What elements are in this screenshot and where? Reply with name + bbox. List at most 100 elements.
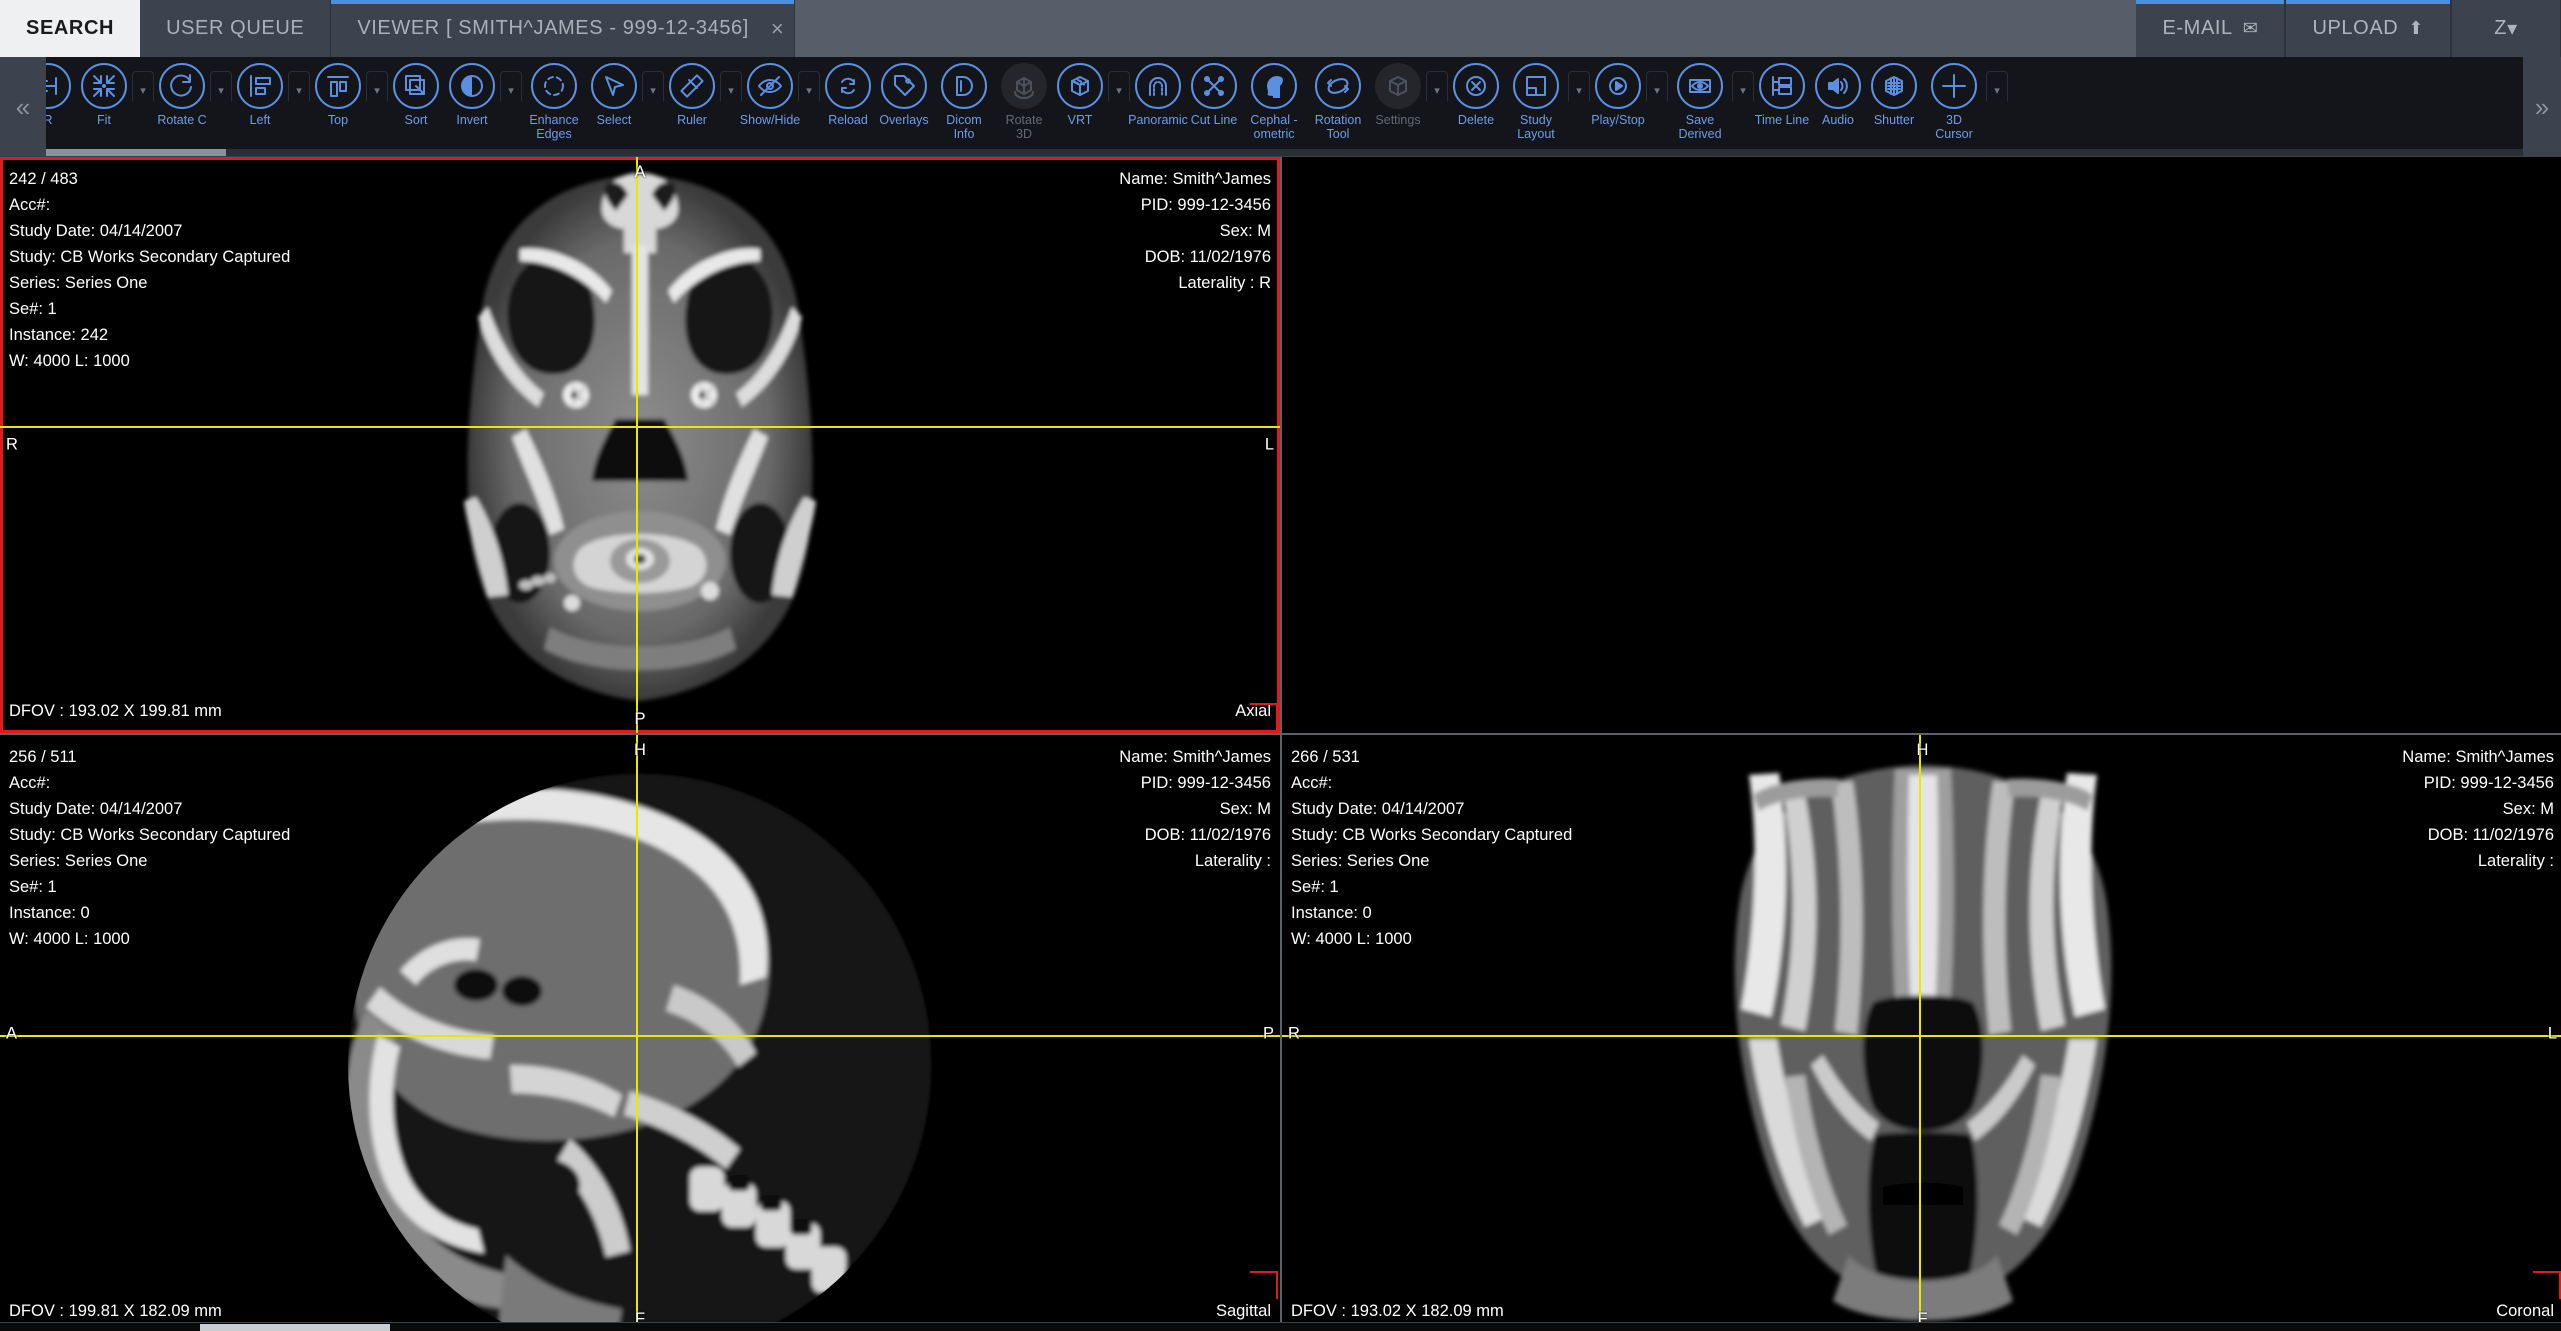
tool-overlays[interactable]: Overlays [876, 57, 932, 127]
chevron-down-icon: ▾ [210, 71, 232, 101]
tool-label-enhance-edges: Enhance Edges [529, 113, 579, 142]
orientation-right: P [1262, 1024, 1274, 1043]
tool-dropdown-invert[interactable]: ▾ [500, 63, 522, 109]
chevron-down-icon: ▾ [720, 71, 742, 101]
tool-dropdown-study-layout[interactable]: ▾ [1568, 63, 1590, 109]
tool-study-layout[interactable]: Study Layout [1504, 57, 1568, 142]
crosshair-horizontal[interactable] [1282, 1035, 2561, 1037]
email-label: E-MAIL [2162, 17, 2233, 39]
tool-cephalometric[interactable]: Cephal - ometric [1242, 57, 1306, 142]
orientation-top: A [634, 163, 646, 181]
tool-dropdown-vrt[interactable]: ▾ [1108, 63, 1130, 109]
play-icon [1595, 63, 1641, 109]
crosshair-vertical[interactable] [636, 735, 638, 1331]
tool-rotation-tool[interactable]: Rotation Tool [1306, 57, 1370, 142]
study-date: Study Date: 04/14/2007 [9, 800, 183, 818]
tool-label-cephalometric: Cephal - ometric [1250, 113, 1298, 142]
rotation-tool-icon [1315, 63, 1361, 109]
patient-dob: DOB: 11/02/1976 [1144, 248, 1271, 266]
tool-label-cut-line: Cut Line [1190, 113, 1238, 127]
viewport-empty[interactable] [1282, 157, 2561, 733]
crosshair-vertical[interactable] [636, 157, 638, 733]
tool-dropdown-save-derived[interactable]: ▾ [1732, 63, 1754, 109]
tool-top[interactable]: Top [310, 57, 366, 127]
tool-vrt[interactable]: VRT [1052, 57, 1108, 127]
tool-left[interactable]: Left [232, 57, 288, 127]
tool-audio[interactable]: Audio [1810, 57, 1866, 127]
email-button[interactable]: E-MAIL ✉ [2136, 0, 2286, 57]
instance-number: Instance: 0 [9, 904, 90, 922]
tool-dropdown-3d-cursor[interactable]: ▾ [1986, 63, 2008, 109]
viewport-sagittal[interactable]: 256 / 511 Acc#: Study Date: 04/14/2007 S… [0, 735, 1280, 1331]
slice-index: 266 / 531 [1291, 748, 1360, 766]
tab-viewer-label: VIEWER [ SMITH^JAMES - 999-12-3456] [357, 17, 749, 39]
expand-right-button[interactable]: » [2523, 57, 2561, 156]
tool-label-delete: Delete [1457, 113, 1495, 127]
tool-dropdown-settings[interactable]: ▾ [1426, 63, 1448, 109]
tool-save-derived[interactable]: Save Derived [1668, 57, 1732, 142]
bottom-scrollbar[interactable] [0, 1322, 2561, 1331]
tab-search[interactable]: SEARCH [0, 0, 141, 57]
tool-label-fit: Fit [97, 113, 111, 127]
user-menu-button[interactable]: Z ▾ [2451, 0, 2561, 57]
scrollbar-thumb[interactable] [200, 1324, 390, 1331]
tool-play-stop[interactable]: Play/Stop [1590, 57, 1646, 127]
tool-ruler[interactable]: Ruler [664, 57, 720, 127]
tool-invert[interactable]: Invert [444, 57, 500, 127]
tool-panoramic[interactable]: Panoramic [1128, 57, 1188, 127]
tool-label-top: Top [327, 113, 349, 127]
upload-icon: ⬆ [2408, 18, 2424, 38]
dfov-label: DFOV : 193.02 X 182.09 mm [1291, 1301, 1504, 1320]
dicom-d-icon [941, 63, 987, 109]
chevron-down-icon: ▾ [366, 71, 388, 101]
tool-dropdown-left[interactable]: ▾ [288, 63, 310, 109]
viewport-coronal[interactable]: 266 / 531 Acc#: Study Date: 04/14/2007 S… [1282, 735, 2561, 1331]
tool-3d-cursor[interactable]: 3D Cursor [1922, 57, 1986, 142]
upload-button[interactable]: UPLOAD ⬆ [2285, 0, 2451, 57]
tool-label-ruler: Ruler [677, 113, 707, 127]
tool-label-rotation-tool: Rotation Tool [1314, 113, 1362, 142]
sagittal-image[interactable] [0, 735, 1280, 1331]
tab-user-queue[interactable]: USER QUEUE [140, 0, 332, 57]
slice-index: 242 / 483 [9, 170, 78, 188]
tool-reset[interactable]: R [46, 57, 76, 127]
tab-user-queue-label: USER QUEUE [166, 17, 305, 39]
tab-viewer[interactable]: VIEWER [ SMITH^JAMES - 999-12-3456] × [331, 0, 796, 57]
toolbar-scroll-area[interactable]: R Fit ▾ Rotate C ▾ Left ▾ Top ▾ Sort Invert ▾ Enhanc… [46, 57, 2523, 156]
tool-fit[interactable]: Fit [76, 57, 132, 127]
tool-dicom-info[interactable]: Dicom Info [932, 57, 996, 142]
chevron-down-icon: ▾ [2507, 18, 2518, 40]
collapse-left-button[interactable]: « [0, 57, 46, 156]
tool-enhance-edges[interactable]: Enhance Edges [522, 57, 586, 142]
tool-dropdown-rotate-c[interactable]: ▾ [210, 63, 232, 109]
tool-label-left: Left [249, 113, 271, 127]
tool-dropdown-fit[interactable]: ▾ [132, 63, 154, 109]
viewport-axial[interactable]: 242 / 483 Acc#: Study Date: 04/14/2007 S… [0, 157, 1280, 733]
tool-time-line[interactable]: Time Line [1754, 57, 1810, 127]
crosshair-vertical[interactable] [1919, 735, 1921, 1331]
crosshair-icon [1931, 63, 1977, 109]
crosshair-horizontal[interactable] [0, 1035, 1280, 1037]
orientation-right: L [1264, 435, 1274, 454]
patient-sex: Sex: M [2502, 800, 2554, 818]
crosshair-horizontal[interactable] [0, 426, 1280, 428]
tool-cut-line[interactable]: Cut Line [1186, 57, 1242, 127]
tool-sort[interactable]: Sort [388, 57, 444, 127]
scrollbar-thumb[interactable] [46, 149, 226, 156]
close-icon[interactable]: × [771, 17, 784, 40]
toolbar-horizontal-scrollbar[interactable] [46, 149, 2523, 156]
tool-dropdown-show-hide[interactable]: ▾ [798, 63, 820, 109]
tool-reload[interactable]: Reload [820, 57, 876, 127]
tool-dropdown-select[interactable]: ▾ [642, 63, 664, 109]
tool-rotate-c[interactable]: Rotate C [154, 57, 210, 127]
tool-dropdown-ruler[interactable]: ▾ [720, 63, 742, 109]
chevron-right-double-icon: » [2534, 91, 2550, 122]
tool-select[interactable]: Select [586, 57, 642, 127]
tool-dropdown-play-stop[interactable]: ▾ [1646, 63, 1668, 109]
coronal-image[interactable] [1282, 735, 2561, 1331]
tool-shutter[interactable]: Shutter [1866, 57, 1922, 127]
axial-image[interactable] [0, 157, 1280, 733]
tool-delete[interactable]: Delete [1448, 57, 1504, 127]
tool-dropdown-top[interactable]: ▾ [366, 63, 388, 109]
tool-show-hide[interactable]: Show/Hide [740, 57, 800, 127]
